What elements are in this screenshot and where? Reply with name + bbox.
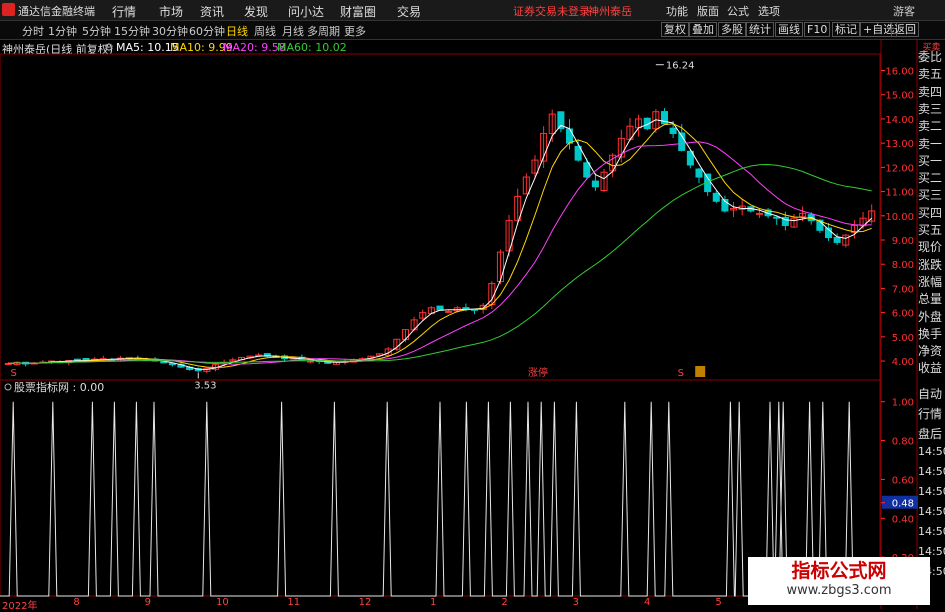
trade-time-label: 14:50: [918, 465, 945, 478]
indicator-tick-label: 0.40: [892, 514, 914, 525]
price-tick-label: 7.00: [892, 284, 914, 295]
price-tick-label: 15.00: [885, 91, 914, 102]
ma20-line: [8, 141, 872, 365]
quote-field-label: 换手: [918, 326, 943, 341]
event-marker-rise: 涨停: [528, 366, 548, 379]
quote-field-label: 涨跌: [918, 257, 943, 272]
event-marker-s2: S: [678, 368, 684, 379]
quote-field-label: 外盘: [918, 309, 943, 324]
candle-body: [833, 236, 841, 243]
quote-field-label: 卖一: [918, 136, 943, 151]
indicator-tick-label: 1.00: [892, 398, 914, 409]
watermark-title: 指标公式网: [791, 560, 887, 582]
candle-body: [160, 361, 168, 364]
date-axis-label: 4: [644, 597, 651, 608]
event-marker-box: [695, 366, 706, 377]
indicator-tick-label: 0.48: [892, 499, 914, 510]
date-axis-label: 5: [715, 597, 722, 608]
trade-time-label: 14:50: [918, 505, 945, 518]
candle-body: [583, 162, 591, 178]
quote-panel: 买卖 委比 卖五 卖四 卖三 卖二 卖一 买一 买二 买三 买四 买五 现价 涨跌 涨幅 总量 外盘 换手 净资收…: [918, 40, 945, 609]
ma5-line: [8, 119, 873, 371]
price-tick-label: 9.00: [892, 236, 914, 247]
trade-time-label: 14:50: [918, 485, 945, 498]
main-pane-frame: [0, 53, 881, 381]
date-axis-label: 3: [572, 597, 580, 608]
candle-body: [445, 310, 453, 313]
indicator-tick-label: 0.60: [892, 475, 914, 486]
indicator-settings-icon: [4, 383, 12, 391]
candle-body: [565, 128, 574, 144]
date-axis-label: 11: [287, 597, 301, 608]
quote-field-label: 买三: [918, 188, 943, 203]
quote-field-label: 买五: [918, 223, 943, 237]
quote-field-label: 涨幅: [918, 274, 943, 289]
candle-body: [712, 192, 720, 202]
price-tick-label: 16.00: [885, 67, 914, 78]
price-tick-label: 4.00: [892, 357, 914, 368]
candle-body: [73, 358, 81, 361]
quote-field-label: 卖四: [918, 84, 943, 99]
trade-time-label: 盘后: [918, 427, 943, 441]
ma10-line: [8, 123, 872, 369]
price-tick-label: 14.00: [885, 115, 914, 126]
quote-field-label: 收益: [918, 361, 943, 376]
quote-field-label: 卖三: [918, 101, 943, 116]
chart-canvas: 4.005.006.007.008.009.0010.0011.0012.001…: [0, 40, 918, 609]
candle-body: [462, 307, 470, 310]
low-price-label: 3.53: [194, 380, 216, 391]
ma60-line: [8, 163, 872, 364]
trade-time-label: 14:50: [918, 525, 945, 538]
indicator-tick-label: 0.80: [892, 437, 914, 448]
high-price-label: 16.24: [666, 61, 695, 72]
candle-body: [755, 212, 763, 215]
quote-field-label: 买四: [918, 205, 943, 220]
candles-group: [4, 108, 876, 374]
quote-field-label: 买二: [918, 171, 943, 186]
price-tick-label: 8.00: [892, 260, 914, 271]
quote-field-label: 现价: [918, 240, 943, 255]
candle-body: [695, 168, 703, 178]
quote-field-label: 委比: [918, 50, 943, 64]
price-tick-label: 10.00: [885, 212, 914, 223]
candle-body: [669, 127, 677, 134]
date-axis-label: 2022年: [2, 601, 38, 612]
event-marker-s1: S: [11, 368, 17, 379]
quote-field-label: 卖五: [918, 67, 943, 82]
date-axis-label: 12: [358, 597, 372, 608]
date-axis-label: 1: [430, 597, 437, 608]
price-tick-label: 13.00: [885, 139, 914, 150]
trade-time-label: 14:50: [918, 445, 945, 458]
price-tick-label: 11.00: [885, 188, 914, 199]
quote-field-label: 卖二: [918, 119, 943, 134]
trade-time-label: 自动: [918, 387, 943, 401]
quote-field-label: 总量: [918, 292, 943, 307]
date-axis-label: 9: [144, 597, 152, 608]
price-tick-label: 6.00: [892, 309, 914, 320]
watermark: 指标公式网 www.zbgs3.com: [748, 557, 930, 605]
date-axis-label: 2: [501, 597, 508, 608]
candle-body: [168, 363, 176, 366]
candle-body: [591, 180, 599, 188]
date-axis-label: 10: [216, 597, 229, 608]
date-axis-label: 8: [73, 597, 80, 608]
price-tick-label: 5.00: [892, 333, 914, 344]
candle-body: [436, 305, 444, 311]
watermark-url: www.zbgs3.com: [786, 583, 892, 598]
quote-field-label: 买一: [918, 153, 943, 168]
price-tick-label: 12.00: [885, 163, 914, 174]
trade-time-label: 行情: [918, 407, 943, 421]
indicator-title: 股票指标网 : 0.00: [14, 380, 104, 394]
quote-field-label: 净资: [918, 344, 943, 359]
